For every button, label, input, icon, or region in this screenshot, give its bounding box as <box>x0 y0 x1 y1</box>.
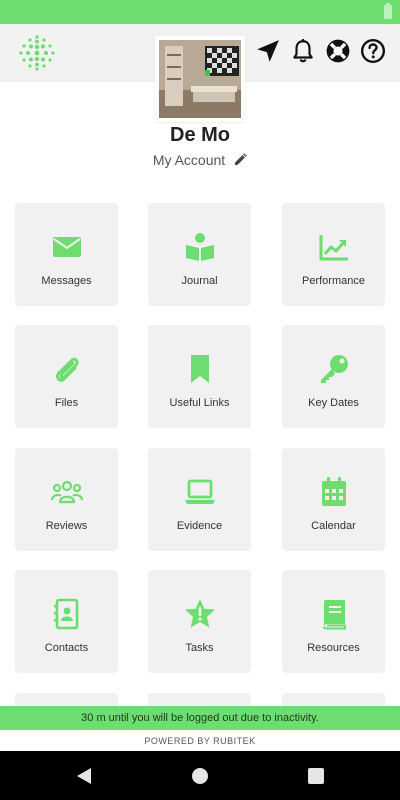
tile-reviews[interactable]: Reviews <box>15 448 118 551</box>
book-reader-icon <box>185 233 214 261</box>
users-icon <box>50 480 83 504</box>
tile-useful-links[interactable]: Useful Links <box>148 325 251 428</box>
tile-evidence[interactable]: Evidence <box>148 448 251 551</box>
tile-partial[interactable] <box>15 693 118 706</box>
logo-icon[interactable] <box>18 34 56 72</box>
help-icon[interactable] <box>360 38 386 64</box>
battery-icon <box>384 3 392 19</box>
my-account-link[interactable]: My Account <box>0 152 400 168</box>
powered-by: POWERED BY RUBITEK <box>144 736 256 746</box>
tile-label: Journal <box>181 275 218 287</box>
menu-grid: Messages Journal Performance Files Usefu… <box>15 203 385 706</box>
tile-tasks[interactable]: Tasks <box>148 570 251 673</box>
address-book-icon <box>53 598 78 630</box>
tile-label: Resources <box>307 642 360 654</box>
bookmark-icon <box>190 355 209 383</box>
lifebuoy-icon[interactable] <box>325 38 351 64</box>
location-arrow-icon[interactable] <box>255 38 281 64</box>
home-icon[interactable] <box>190 766 210 786</box>
tile-label: Performance <box>302 275 365 287</box>
status-bar <box>0 0 400 24</box>
user-name: De Mo <box>170 124 230 146</box>
tile-label: Tasks <box>185 642 214 654</box>
tile-journal[interactable]: Journal <box>148 203 251 306</box>
envelope-icon <box>52 237 81 257</box>
tile-label: Contacts <box>44 642 89 654</box>
tile-resources[interactable]: Resources <box>282 570 385 673</box>
tile-label: Calendar <box>311 520 356 532</box>
pencil-icon[interactable] <box>233 153 247 167</box>
book-icon <box>322 600 346 630</box>
tile-files[interactable]: Files <box>15 325 118 428</box>
back-icon[interactable] <box>74 766 94 786</box>
tile-performance[interactable]: Performance <box>282 203 385 306</box>
logout-notice: 30 m until you will be logged out due to… <box>0 706 400 730</box>
star-exclamation-icon <box>184 599 215 628</box>
android-nav-bar <box>0 751 400 800</box>
tile-label: Reviews <box>45 520 88 532</box>
tile-label: Files <box>54 397 79 409</box>
tile-label: Key Dates <box>308 397 359 409</box>
tile-calendar[interactable]: Calendar <box>282 448 385 551</box>
laptop-icon <box>184 479 215 504</box>
tile-label: Evidence <box>176 520 223 532</box>
avatar[interactable] <box>159 40 241 118</box>
my-account-label[interactable]: My Account <box>153 152 225 168</box>
paperclip-icon <box>55 357 79 382</box>
calendar-icon <box>321 477 346 506</box>
tile-messages[interactable]: Messages <box>15 203 118 306</box>
chart-line-icon <box>319 235 348 261</box>
tile-label: Messages <box>41 275 92 287</box>
tile-partial[interactable] <box>148 693 251 706</box>
recents-icon[interactable] <box>306 766 326 786</box>
tile-partial[interactable] <box>282 693 385 706</box>
avatar-frame[interactable] <box>155 36 245 122</box>
bell-icon[interactable] <box>290 38 316 64</box>
tile-contacts[interactable]: Contacts <box>15 570 118 673</box>
tile-key-dates[interactable]: Key Dates <box>282 325 385 428</box>
tile-label: Useful Links <box>169 397 230 409</box>
key-icon <box>320 355 348 383</box>
